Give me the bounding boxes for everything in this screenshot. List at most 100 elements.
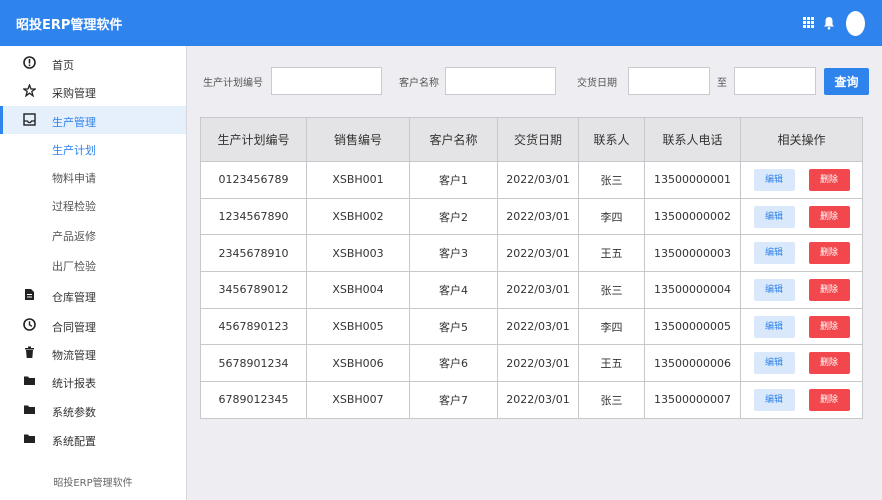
bell-icon[interactable]	[823, 16, 835, 30]
document-icon	[25, 289, 34, 300]
sidebar-subitem-label: 物料申请	[52, 172, 96, 185]
sidebar-item-warehouse[interactable]: 仓库管理	[0, 281, 186, 309]
delete-button[interactable]: 删除	[808, 352, 850, 375]
sidebar-subitem-product-repair[interactable]: 产品返修	[0, 223, 186, 247]
sales-no-cell: XSBH005	[306, 307, 410, 346]
app-title: 昭投ERP管理软件	[16, 18, 123, 33]
user-avatar[interactable]	[846, 11, 865, 36]
delivery-date-from-input[interactable]	[628, 67, 710, 95]
edit-button[interactable]: 编辑	[753, 352, 795, 375]
inbox-icon	[23, 113, 36, 126]
customer-name-label: 客户名称	[399, 78, 439, 89]
table-row: 3456789012 XSBH004 客户4 2022/03/01 张三 13500000…	[200, 271, 863, 309]
sidebar-subitem-label: 出厂检验	[52, 260, 96, 273]
sidebar-subitem-material-request[interactable]: 物料申请	[0, 165, 186, 189]
contact-cell: 张三	[578, 381, 645, 419]
folder-icon	[24, 376, 35, 385]
sidebar-item-home[interactable]: 首页	[0, 49, 186, 77]
apps-grid-icon[interactable]	[803, 17, 814, 28]
edit-button[interactable]: 编辑	[753, 388, 795, 411]
edit-button[interactable]: 编辑	[753, 278, 795, 301]
sidebar: 首页 采购管理 生产管理 生产计划 物料申请 过程检验 产品返修 出厂检验 仓库…	[0, 46, 187, 500]
delete-button[interactable]: 删除	[808, 278, 850, 301]
sidebar-item-reports[interactable]: 统计报表	[0, 367, 186, 395]
column-header-delivery-date[interactable]: 交货日期	[497, 117, 579, 162]
delete-button[interactable]: 删除	[808, 242, 850, 265]
sidebar-item-label: 首页	[52, 59, 74, 72]
sales-no-cell: XSBH001	[306, 161, 410, 199]
plan-no-cell: 5678901234	[200, 344, 307, 383]
edit-button[interactable]: 编辑	[753, 205, 795, 228]
customer-cell: 客户1	[409, 161, 498, 199]
table-row: 0123456789 XSBH001 客户1 2022/03/01 张三 13500000…	[200, 161, 863, 199]
customer-cell: 客户2	[409, 197, 498, 236]
customer-cell: 客户3	[409, 234, 498, 273]
actions-cell: 编辑 删除	[740, 234, 863, 273]
plan-no-cell: 1234567890	[200, 197, 307, 236]
plan-no-cell: 3456789012	[200, 271, 307, 309]
table-row: 4567890123 XSBH005 客户5 2022/03/01 李四 13500000…	[200, 307, 863, 346]
table-row: 5678901234 XSBH006 客户6 2022/03/01 王五 13500000…	[200, 344, 863, 383]
contact-cell: 王五	[578, 234, 645, 273]
table-row: 1234567890 XSBH002 客户2 2022/03/01 李四 13500000…	[200, 197, 863, 236]
delivery-date-to-input[interactable]	[734, 67, 816, 95]
delete-button[interactable]: 删除	[808, 315, 850, 338]
production-plan-table: 生产计划编号 销售编号 客户名称 交货日期 联系人 联系人电话 相关操作 012…	[200, 117, 863, 419]
contact-phone-cell: 13500000001	[644, 161, 741, 199]
actions-cell: 编辑 删除	[740, 381, 863, 419]
sidebar-subitem-label: 生产计划	[52, 144, 96, 157]
sidebar-subitem-production-plan[interactable]: 生产计划	[0, 137, 186, 161]
sidebar-subitem-label: 过程检验	[52, 200, 96, 213]
top-header: 昭投ERP管理软件	[0, 0, 882, 46]
sidebar-footer: 昭投ERP管理软件	[53, 478, 133, 489]
sidebar-item-label: 物流管理	[52, 349, 96, 362]
delivery-date-cell: 2022/03/01	[497, 234, 579, 273]
plan-no-label: 生产计划编号	[203, 78, 263, 89]
plan-no-cell: 4567890123	[200, 307, 307, 346]
column-header-customer[interactable]: 客户名称	[409, 117, 498, 162]
edit-button[interactable]: 编辑	[753, 168, 795, 191]
delivery-date-cell: 2022/03/01	[497, 271, 579, 309]
delete-button[interactable]: 删除	[808, 205, 850, 228]
column-header-sales-no[interactable]: 销售编号	[306, 117, 410, 162]
sidebar-subitem-process-inspection[interactable]: 过程检验	[0, 193, 186, 217]
column-header-plan-no[interactable]: 生产计划编号	[200, 117, 307, 162]
sales-no-cell: XSBH003	[306, 234, 410, 273]
delivery-date-cell: 2022/03/01	[497, 161, 579, 199]
table-row: 2345678910 XSBH003 客户3 2022/03/01 王五 13500000…	[200, 234, 863, 273]
edit-button[interactable]: 编辑	[753, 242, 795, 265]
sidebar-item-label: 合同管理	[52, 321, 96, 334]
delete-button[interactable]: 删除	[808, 388, 850, 411]
sales-no-cell: XSBH006	[306, 344, 410, 383]
edit-button[interactable]: 编辑	[753, 315, 795, 338]
query-button[interactable]: 查询	[824, 68, 869, 95]
customer-name-input[interactable]	[445, 67, 556, 95]
delivery-date-cell: 2022/03/01	[497, 381, 579, 419]
sidebar-item-purchase[interactable]: 采购管理	[0, 77, 186, 105]
delete-button[interactable]: 删除	[808, 168, 850, 191]
customer-cell: 客户4	[409, 271, 498, 309]
delivery-date-cell: 2022/03/01	[497, 344, 579, 383]
sidebar-item-label: 仓库管理	[52, 291, 96, 304]
table-header-row: 生产计划编号 销售编号 客户名称 交货日期 联系人 联系人电话 相关操作	[200, 117, 863, 162]
column-header-contact-phone[interactable]: 联系人电话	[644, 117, 741, 162]
sidebar-item-contract[interactable]: 合同管理	[0, 311, 186, 339]
actions-cell: 编辑 删除	[740, 271, 863, 309]
customer-cell: 客户5	[409, 307, 498, 346]
column-header-contact[interactable]: 联系人	[578, 117, 645, 162]
contact-cell: 张三	[578, 161, 645, 199]
alert-circle-icon	[23, 56, 36, 69]
sidebar-item-label: 统计报表	[52, 377, 96, 390]
sidebar-item-logistics[interactable]: 物流管理	[0, 339, 186, 367]
sales-no-cell: XSBH004	[306, 271, 410, 309]
sidebar-subitem-factory-inspection[interactable]: 出厂检验	[0, 253, 186, 277]
contact-cell: 张三	[578, 271, 645, 309]
sidebar-item-label: 系统配置	[52, 435, 96, 448]
customer-cell: 客户6	[409, 344, 498, 383]
contact-phone-cell: 13500000006	[644, 344, 741, 383]
contact-phone-cell: 13500000007	[644, 381, 741, 419]
sidebar-item-parameters[interactable]: 系统参数	[0, 396, 186, 424]
plan-no-input[interactable]	[271, 67, 382, 95]
sidebar-item-config[interactable]: 系统配置	[0, 425, 186, 453]
sidebar-item-production[interactable]: 生产管理	[0, 106, 186, 134]
